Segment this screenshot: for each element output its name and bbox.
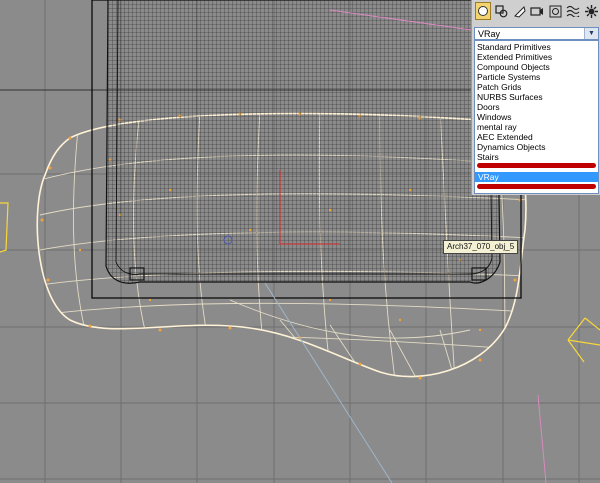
shapes-icon [494, 4, 507, 17]
spacewarps-icon [566, 5, 580, 17]
list-item-nurbs-surfaces[interactable]: NURBS Surfaces [477, 92, 543, 102]
geometry-icon [478, 6, 488, 16]
list-item-compound-objects[interactable]: Compound Objects [477, 62, 550, 72]
annotation-highlight-bottom [477, 184, 596, 189]
list-item-dynamics-objects[interactable]: Dynamics Objects [477, 142, 546, 152]
list-item-vray-selected[interactable]: VRay [475, 172, 598, 182]
lights-icon [513, 5, 526, 18]
object-name-tooltip: Arch37_070_obj_5 [443, 240, 519, 254]
command-panel: VRay ▼ Standard Primitives Extended Prim… [471, 0, 600, 195]
object-type-dropdown[interactable]: VRay ▼ [474, 27, 599, 40]
object-type-list[interactable]: Standard Primitives Extended Primitives … [474, 40, 599, 194]
list-item-doors[interactable]: Doors [477, 102, 500, 112]
lights-tab[interactable] [511, 2, 527, 20]
helpers-icon [549, 5, 561, 17]
list-item-aec-extended[interactable]: AEC Extended [477, 132, 533, 142]
chevron-down-icon[interactable]: ▼ [584, 28, 598, 39]
helpers-tab[interactable] [547, 2, 563, 20]
list-item-windows[interactable]: Windows [477, 112, 511, 122]
systems-icon [584, 4, 598, 18]
systems-tab[interactable] [583, 2, 599, 20]
annotation-highlight-top [477, 163, 596, 168]
list-item-patch-grids[interactable]: Patch Grids [477, 82, 521, 92]
cameras-icon [530, 6, 543, 16]
list-item-extended-primitives[interactable]: Extended Primitives [477, 52, 552, 62]
list-item-standard-primitives[interactable]: Standard Primitives [477, 42, 551, 52]
list-item-stairs[interactable]: Stairs [477, 152, 499, 162]
camera-line [264, 282, 393, 483]
create-category-toolbar [475, 2, 599, 22]
geometry-tab[interactable] [475, 2, 491, 20]
list-item-particle-systems[interactable]: Particle Systems [477, 72, 540, 82]
dropdown-selected-value: VRay [478, 29, 501, 39]
shapes-tab[interactable] [493, 2, 509, 20]
dense-mesh-object [105, 0, 501, 284]
light-gizmo [567, 317, 600, 363]
cameras-tab[interactable] [529, 2, 545, 20]
list-item-mental-ray[interactable]: mental ray [477, 122, 517, 132]
spacewarps-tab[interactable] [565, 2, 581, 20]
